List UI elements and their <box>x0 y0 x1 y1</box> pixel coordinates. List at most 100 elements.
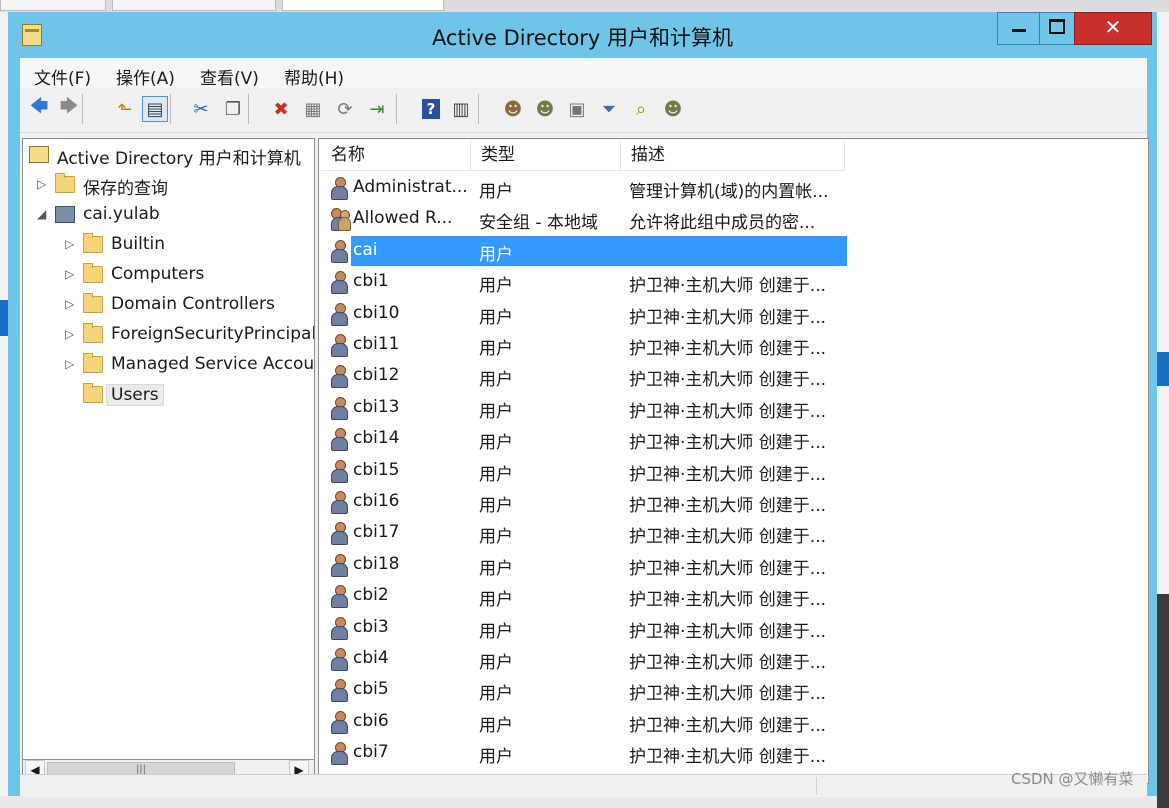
back-arrow-button[interactable]: 🡄 <box>26 96 52 122</box>
menu-action[interactable]: 操作(A) <box>116 64 175 89</box>
cell-type: 用户 <box>479 558 513 579</box>
minimize-button[interactable] <box>997 12 1041 45</box>
add-to-group-button[interactable]: ☻ <box>660 96 686 122</box>
up-folder-icon: ⬑ <box>117 98 133 120</box>
new-group-button[interactable]: ☻ <box>532 96 558 122</box>
action-pane-button[interactable]: ▥ <box>448 96 474 122</box>
table-row[interactable]: cbi15 用户 护卫神·主机大师 创建于... <box>321 456 1109 487</box>
collapse-arrow-icon[interactable]: ◢ <box>37 207 49 221</box>
cell-name: cbi11 <box>353 334 400 354</box>
expand-arrow-icon[interactable]: ▷ <box>65 267 77 281</box>
table-row[interactable]: cbi3 用户 护卫神·主机大师 创建于... <box>321 613 1109 644</box>
tree-item[interactable]: ▷ Managed Service Accounts <box>23 352 314 380</box>
show-hide-console-tree-button[interactable]: ▤ <box>142 96 168 122</box>
tree-item[interactable]: ▷ Computers <box>23 262 314 290</box>
close-button[interactable]: ✕ <box>1074 12 1152 45</box>
cut-button[interactable]: ✂ <box>188 96 214 122</box>
cell-type: 用户 <box>479 527 513 548</box>
user-icon <box>329 302 349 326</box>
tree-item-label: ForeignSecurityPrincipals <box>111 324 315 344</box>
background-window-right <box>1157 12 1169 808</box>
column-header-type[interactable]: 类型 <box>471 141 621 171</box>
table-row[interactable]: cbi12 用户 护卫神·主机大师 创建于... <box>321 361 1109 392</box>
expand-arrow-icon[interactable]: ▷ <box>65 357 77 371</box>
cell-type: 用户 <box>479 747 513 768</box>
tree-item[interactable]: Users <box>23 382 314 410</box>
cell-description: 护卫神·主机大师 创建于... <box>629 527 827 548</box>
up-folder-button[interactable]: ⬑ <box>112 96 138 122</box>
table-row[interactable]: cbi4 用户 护卫神·主机大师 创建于... <box>321 644 1109 675</box>
menu-file[interactable]: 文件(F) <box>34 64 91 89</box>
toolbar-separator <box>82 94 83 124</box>
copy-button[interactable]: ❐ <box>220 96 246 122</box>
cell-name: Administrat... <box>353 177 468 197</box>
tree-item[interactable]: ▷ Domain Controllers <box>23 292 314 320</box>
table-row[interactable]: cbi1 用户 护卫神·主机大师 创建于... <box>321 267 1109 298</box>
table-row[interactable]: cbi2 用户 护卫神·主机大师 创建于... <box>321 581 1109 612</box>
properties-button[interactable]: ▦ <box>300 96 326 122</box>
find-button[interactable]: ⌕ <box>628 96 654 122</box>
cell-type: 用户 <box>479 339 513 359</box>
export-list-button[interactable]: ⇥ <box>364 96 390 122</box>
expand-arrow-icon[interactable]: ▷ <box>65 237 77 251</box>
toolbar: 🡄 🡆 ⬑ ▤ ✂ ❐ ✖ ▦ ⟳ ⇥? ▥ ☻ ☻ ▣ ⏷ ⌕ ☻ <box>20 88 1147 133</box>
help-button[interactable]: ? <box>418 96 444 122</box>
table-row[interactable]: cbi17 用户 护卫神·主机大师 创建于... <box>321 518 1109 549</box>
client-area: 文件(F) 操作(A) 查看(V) 帮助(H) 🡄 🡆 ⬑ ▤ ✂ ❐ ✖ ▦ ⟳ ⇥? ▥ ☻ ☻ ▣ ⏷… <box>20 58 1149 797</box>
copy-icon: ❐ <box>224 98 242 120</box>
delete-button[interactable]: ✖ <box>268 96 294 122</box>
tree-item-label: Builtin <box>111 234 166 254</box>
cell-name: cbi15 <box>353 459 400 480</box>
table-row[interactable]: cbi5 用户 护卫神·主机大师 创建于... <box>321 675 1109 706</box>
table-row[interactable]: cai 用户 <box>321 235 1109 267</box>
close-icon: ✕ <box>1104 15 1122 39</box>
table-row[interactable]: cbi13 用户 护卫神·主机大师 创建于... <box>321 393 1109 424</box>
new-ou-button[interactable]: ▣ <box>564 96 590 122</box>
details-list: 名称 类型 描述 Administrat... 用户 管理计算机(域)的内置帐...… <box>318 138 1149 784</box>
user-icon <box>329 239 349 263</box>
forward-arrow-button[interactable]: 🡆 <box>56 96 82 122</box>
cell-name: cbi5 <box>353 679 389 700</box>
table-row[interactable]: cbi14 用户 护卫神·主机大师 创建于... <box>321 424 1109 455</box>
cell-name: cbi16 <box>353 491 400 511</box>
table-row[interactable]: cbi16 用户 护卫神·主机大师 创建于... <box>321 487 1109 518</box>
tree-item-label: Domain Controllers <box>111 294 275 314</box>
cell-description: 护卫神·主机大师 创建于... <box>629 684 827 705</box>
find-icon: ⌕ <box>635 98 647 120</box>
user-icon <box>329 491 349 514</box>
tree-item[interactable]: Active Directory 用户和计算机 <box>23 142 314 170</box>
folder-icon <box>83 233 103 253</box>
user-icon <box>329 553 349 577</box>
refresh-button[interactable]: ⟳ <box>332 96 358 122</box>
expand-arrow-icon[interactable]: ▷ <box>65 297 77 311</box>
menu-help[interactable]: 帮助(H) <box>284 64 344 89</box>
delete-icon: ✖ <box>273 98 289 120</box>
properties-icon: ▦ <box>304 98 322 120</box>
tree-item[interactable]: ▷ 保存的查询 <box>23 172 314 200</box>
title-bar[interactable]: Active Directory 用户和计算机 ✕ <box>8 12 1157 58</box>
expand-arrow-icon[interactable]: ▷ <box>37 177 49 191</box>
new-user-button[interactable]: ☻ <box>500 96 526 122</box>
column-header-name[interactable]: 名称 <box>321 141 471 171</box>
table-row[interactable]: cbi18 用户 护卫神·主机大师 创建于... <box>321 550 1109 581</box>
menu-view[interactable]: 查看(V) <box>200 64 259 89</box>
tree-item[interactable]: ▷ Builtin <box>23 232 314 260</box>
minimize-icon <box>1012 29 1026 32</box>
filter-button[interactable]: ⏷ <box>596 96 622 122</box>
user-icon <box>329 365 349 389</box>
table-row[interactable]: cbi7 用户 护卫神·主机大师 创建于... <box>321 738 1109 769</box>
tree-item[interactable]: ◢ cai.yulab <box>23 202 314 230</box>
table-row[interactable]: cbi6 用户 护卫神·主机大师 创建于... <box>321 707 1109 738</box>
column-header-description[interactable]: 描述 <box>621 141 845 171</box>
table-row[interactable]: Administrat... 用户 管理计算机(域)的内置帐... <box>321 173 1109 204</box>
table-row[interactable]: Allowed R... 安全组 - 本地域 允许将此组中成员的密... <box>321 204 1109 235</box>
domain-icon <box>55 206 75 223</box>
tree-item[interactable]: ▷ ForeignSecurityPrincipals <box>23 322 314 350</box>
background-tab <box>112 0 276 11</box>
maximize-button[interactable] <box>1039 12 1075 45</box>
expand-arrow-icon[interactable]: ▷ <box>65 327 77 341</box>
folder-icon <box>83 263 103 283</box>
user-icon <box>329 334 349 357</box>
table-row[interactable]: cbi11 用户 护卫神·主机大师 创建于... <box>321 330 1109 361</box>
table-row[interactable]: cbi10 用户 护卫神·主机大师 创建于... <box>321 299 1109 330</box>
